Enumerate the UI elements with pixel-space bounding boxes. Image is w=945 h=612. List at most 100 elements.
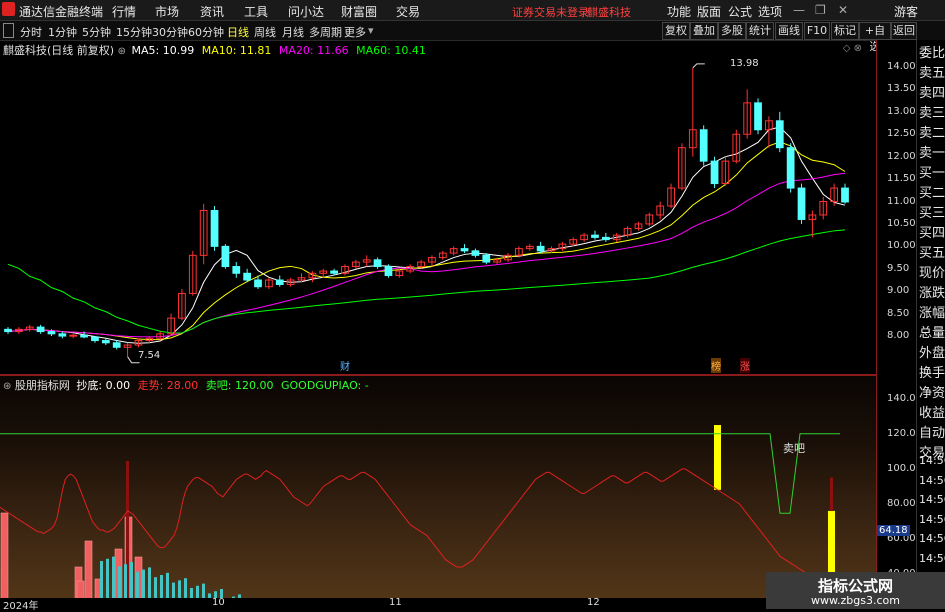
multi-stock-button[interactable]: 多股 bbox=[718, 22, 746, 40]
menu-item-options[interactable]: 选项 bbox=[758, 3, 782, 20]
candlestick-chart[interactable] bbox=[0, 40, 876, 374]
candle-body bbox=[112, 342, 121, 348]
panel-toggle-icon[interactable] bbox=[3, 23, 14, 38]
price-axis: 14.00 13.50 13.00 12.50 12.00 11.50 11.00 10.50… bbox=[876, 40, 922, 609]
price-tick-label: 14.00 bbox=[887, 60, 916, 72]
candle-body bbox=[275, 279, 284, 285]
indicator-chart[interactable] bbox=[0, 376, 876, 609]
minimize-icon[interactable]: — bbox=[793, 3, 805, 17]
menu-bar: 通达信金融终端 行情 市场 资讯 工具 问小达 财富圈 交易 证券交易未登录 麒… bbox=[0, 0, 945, 21]
candle-body bbox=[101, 340, 110, 344]
quote-field-label: 买四 bbox=[919, 226, 945, 241]
close-icon[interactable]: ✕ bbox=[838, 3, 848, 17]
ma5-label: MA5: 10.99 bbox=[131, 44, 195, 57]
period-tab-30m[interactable]: 30分钟 bbox=[152, 24, 188, 40]
quote-field-label: 买三 bbox=[919, 206, 945, 221]
settings-icon[interactable]: ⊛ bbox=[118, 46, 126, 57]
stats-button[interactable]: 统计 bbox=[746, 22, 774, 40]
candle-body bbox=[4, 328, 12, 333]
period-tab-weekly[interactable]: 周线 bbox=[254, 24, 276, 40]
quote-field-label: 自动 bbox=[919, 426, 945, 441]
candle-body bbox=[754, 102, 762, 131]
time-label-year: 2024年 bbox=[3, 601, 39, 612]
ma10-line bbox=[7, 141, 846, 341]
ma60-line bbox=[7, 229, 846, 334]
price-tick-label: 11.50 bbox=[887, 173, 916, 185]
draw-line-button[interactable]: 画线 bbox=[775, 22, 803, 40]
period-tab-60m[interactable]: 60分钟 bbox=[188, 24, 224, 40]
menu-item-wealth[interactable]: 财富圈 bbox=[341, 3, 377, 20]
trade-time: 14:56 bbox=[919, 551, 945, 565]
candle-body bbox=[841, 187, 849, 203]
candle-body bbox=[69, 334, 78, 337]
period-tab-multi[interactable]: 多周期 bbox=[309, 24, 342, 40]
watermark-title: 指标公式网 bbox=[817, 577, 893, 595]
candle-body bbox=[232, 266, 241, 274]
maiba-value: 卖吧: 120.00 bbox=[205, 379, 274, 392]
current-indicator-value: 64.18 bbox=[877, 524, 910, 536]
candle-body bbox=[775, 120, 784, 149]
candle-body bbox=[699, 129, 708, 162]
quote-field-label: 买二 bbox=[919, 186, 945, 201]
chaodi-value: 抄底: 0.00 bbox=[76, 379, 131, 392]
quote-field-label: 卖四 bbox=[919, 86, 945, 101]
overlay-button[interactable]: 叠加 bbox=[690, 22, 718, 40]
time-label-oct: 10 bbox=[212, 597, 225, 608]
back-button[interactable]: 返回 bbox=[891, 22, 917, 40]
quote-field-label: 换手 bbox=[919, 366, 945, 381]
trade-time: 14:56 bbox=[919, 473, 945, 487]
menu-item-trade[interactable]: 交易 bbox=[396, 3, 420, 20]
menu-item-formula[interactable]: 公式 bbox=[728, 3, 752, 20]
menu-item-function[interactable]: 功能 bbox=[667, 3, 691, 20]
menu-item-tools[interactable]: 工具 bbox=[244, 3, 268, 20]
high-price-pointer bbox=[692, 63, 705, 69]
fuquan-button[interactable]: 复权 bbox=[662, 22, 690, 40]
period-tab-5m[interactable]: 5分钟 bbox=[82, 24, 111, 40]
menu-item-ask[interactable]: 问小达 bbox=[288, 3, 324, 20]
f10-button[interactable]: F10 bbox=[804, 22, 830, 40]
limit-up-marker[interactable]: 涨 bbox=[740, 358, 750, 373]
candle-body bbox=[471, 250, 480, 256]
add-watchlist-button[interactable]: +自选 bbox=[859, 22, 891, 53]
watermark: 指标公式网 www.zbgs3.com bbox=[766, 572, 945, 609]
price-tick-label: 12.00 bbox=[887, 150, 916, 162]
candle-body bbox=[710, 160, 719, 185]
login-notice[interactable]: 证券交易未登录 bbox=[512, 4, 589, 20]
ranking-marker[interactable]: 榜 bbox=[711, 358, 721, 373]
guest-label[interactable]: 游客 bbox=[894, 3, 918, 20]
menu-item-market[interactable]: 市场 bbox=[155, 3, 179, 20]
period-tab-monthly[interactable]: 月线 bbox=[282, 24, 304, 40]
chart-tools-icon[interactable]: ◇ ⊗ bbox=[843, 43, 862, 54]
indicator-chart-area[interactable]: ⊛ 股朋指标网 抄底: 0.00 走势: 28.00 卖吧: 120.00 GO… bbox=[0, 376, 876, 609]
quote-field-label: 现价 bbox=[919, 266, 945, 281]
candle-body bbox=[36, 326, 45, 333]
quote-field-label: 涨跌 bbox=[919, 286, 945, 301]
price-tick-label: 8.50 bbox=[887, 307, 910, 319]
quote-field-label: 买五 bbox=[919, 246, 945, 261]
restore-icon[interactable]: ❐ bbox=[815, 3, 826, 17]
candle-body bbox=[373, 259, 382, 268]
indicator-settings-icon[interactable]: ⊛ bbox=[3, 381, 11, 392]
period-tab-daily[interactable]: 日线 bbox=[227, 24, 249, 40]
menu-item-quotes[interactable]: 行情 bbox=[112, 3, 136, 20]
quote-field-label: 收益 bbox=[919, 406, 945, 421]
menu-item-layout[interactable]: 版面 bbox=[697, 3, 721, 20]
period-tab-1m[interactable]: 1分钟 bbox=[48, 24, 77, 40]
quote-field-label: 卖一 bbox=[919, 146, 945, 161]
quote-field-label: 卖二 bbox=[919, 126, 945, 141]
mark-button[interactable]: 标记 bbox=[831, 22, 859, 40]
quote-field-label: 净资 bbox=[919, 386, 945, 401]
period-tab-tick[interactable]: 分时 bbox=[20, 24, 42, 40]
finance-marker[interactable]: 财 bbox=[340, 358, 350, 373]
chevron-down-icon[interactable]: ▾ bbox=[368, 24, 374, 37]
candle-body bbox=[601, 236, 610, 241]
period-tab-15m[interactable]: 15分钟 bbox=[116, 24, 152, 40]
candlestick-chart-area[interactable]: 麒盛科技(日线 前复权) ⊛ MA5: 10.99 MA10: 11.81 MA… bbox=[0, 40, 876, 374]
candle-body bbox=[210, 209, 219, 247]
period-tab-more[interactable]: 更多 bbox=[344, 24, 366, 40]
candle-body bbox=[797, 187, 806, 220]
candle-body bbox=[536, 245, 545, 252]
candle-body bbox=[330, 270, 338, 274]
menu-item-news[interactable]: 资讯 bbox=[200, 3, 224, 20]
quote-field-label: 卖三 bbox=[919, 106, 945, 121]
